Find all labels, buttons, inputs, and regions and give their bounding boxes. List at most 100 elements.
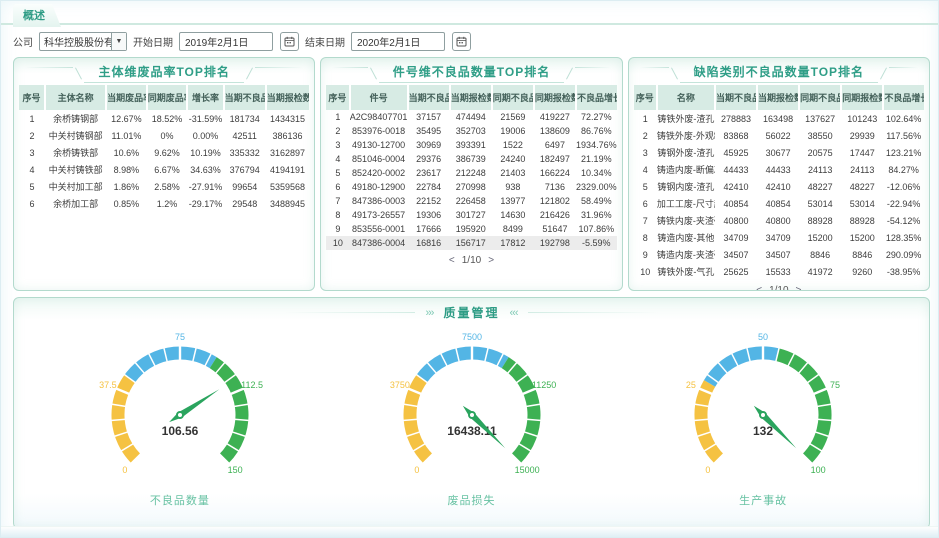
table-cell: 8.98% — [106, 161, 147, 178]
table-cell: 9260 — [841, 263, 883, 280]
table-cell: 7 — [326, 194, 349, 208]
start-date-input[interactable]: 2019年2月1日 — [179, 32, 273, 51]
top-panels-row: 主体维废品率TOP排名 序号主体名称当期废品率同期废品率增长率当期不良品数当期报… — [13, 57, 930, 291]
end-date-input[interactable]: 2020年2月1日 — [351, 32, 445, 51]
table-cell: 216426 — [534, 208, 576, 222]
table-cell: 2 — [326, 124, 349, 138]
table-row: 3铸钢外废-渣孔45925306772057517447123.21% — [634, 144, 924, 161]
chevron-down-icon[interactable]: ▼ — [111, 33, 126, 50]
table-cell: 30677 — [757, 144, 799, 161]
end-date-calendar-button[interactable] — [452, 32, 471, 51]
next-page-button[interactable]: > — [791, 285, 807, 291]
panel-defect-category-top: 缺陷类别不良品数量TOP排名 序号名称当期不良品数当期报检数同期不良品数同期报检… — [628, 57, 930, 291]
table-cell: 3 — [19, 144, 45, 161]
table-cell: 25625 — [715, 263, 757, 280]
tab-bar: 概述 — [1, 1, 938, 25]
table-cell: 铸铁外废-气孔 — [657, 263, 715, 280]
table-row: 6加工工废-尺寸超差40854408545301453014-22.94% — [634, 195, 924, 212]
table-cell: 29939 — [841, 127, 883, 144]
column-header: 序号 — [634, 85, 657, 110]
table-cell: 419227 — [534, 110, 576, 124]
table-cell: 0.85% — [106, 195, 147, 212]
column-header: 当期报检数 — [266, 85, 310, 110]
table-cell: 156717 — [450, 236, 492, 250]
prev-page-button[interactable]: < — [751, 285, 767, 291]
table-cell: 182497 — [534, 152, 576, 166]
gauge-tick-label: 112.5 — [241, 380, 263, 390]
gauge-chart: 037.575112.5150106.56 — [65, 325, 295, 483]
table-cell: 117.56% — [883, 127, 924, 144]
table-cell: 铸钢外废-渣孔 — [657, 144, 715, 161]
table-row: 10铸铁外废-气孔2562515533419729260-38.95% — [634, 263, 924, 280]
tab-overview[interactable]: 概述 — [13, 4, 61, 27]
table-cell: 1 — [326, 110, 349, 124]
table-cell: 10.19% — [187, 144, 223, 161]
table-cell: -38.95% — [883, 263, 924, 280]
prev-page-button[interactable]: < — [444, 255, 460, 266]
company-label: 公司 — [13, 34, 33, 49]
table-cell: 38550 — [799, 127, 841, 144]
bottom-strip — [1, 526, 938, 537]
table-cell: 中关村铸钢部 — [45, 127, 106, 144]
table-cell: 8499 — [492, 222, 534, 236]
column-header: 序号 — [326, 85, 349, 110]
company-select[interactable]: 科华控股股份有限 ▼ — [39, 32, 127, 51]
table-cell: 88928 — [799, 212, 841, 229]
gauges-row: 037.575112.5150106.56 不良品数量 037507500112… — [14, 321, 929, 508]
table-cell: -54.12% — [883, 212, 924, 229]
table-cell: 余桥铸钢部 — [45, 110, 106, 127]
defect-category-table: 序号名称当期不良品数当期报检数同期不良品数同期报检数不良品增长率 1铸铁外废-渣… — [634, 85, 924, 280]
table-cell: 1 — [634, 110, 657, 127]
table-cell: 15533 — [757, 263, 799, 280]
table-cell: -29.17% — [187, 195, 223, 212]
dashboard-page: 概述 公司 科华控股股份有限 ▼ 开始日期 2019年2月1日 结束日期 202… — [0, 0, 939, 538]
gauge-caption: 废品损失 — [326, 492, 618, 508]
column-header: 同期报检数 — [534, 85, 576, 110]
table-cell: 10.6% — [106, 144, 147, 161]
start-date-calendar-button[interactable] — [280, 32, 299, 51]
title-line — [640, 67, 669, 68]
gauge-arc-segment — [130, 353, 213, 379]
gauge-tick-label: 0 — [706, 465, 711, 475]
table-cell: 铸铁外废-外观缺陷 — [657, 127, 715, 144]
table-cell: 22152 — [408, 194, 450, 208]
table-cell: 226458 — [450, 194, 492, 208]
table-cell: 3 — [634, 144, 657, 161]
table-cell: 20575 — [799, 144, 841, 161]
table-cell: 9.62% — [147, 144, 188, 161]
table-cell: 51647 — [534, 222, 576, 236]
gauge-tick-label: 3750 — [389, 380, 409, 390]
table-cell: 9 — [326, 222, 349, 236]
table-cell: 8846 — [841, 246, 883, 263]
table-cell: 851046-0004 — [350, 152, 408, 166]
table-row: 2铸铁外废-外观缺陷83868560223855029939117.56% — [634, 127, 924, 144]
table-cell: 53014 — [799, 195, 841, 212]
table-header-row: 序号主体名称当期废品率同期废品率增长率当期不良品数当期报检数 — [19, 85, 309, 110]
table-cell: 29376 — [408, 152, 450, 166]
table-cell: A2C98407701 — [350, 110, 408, 124]
table-cell: 30969 — [408, 138, 450, 152]
table-cell: -31.59% — [187, 110, 223, 127]
table-cell: 17447 — [841, 144, 883, 161]
table-cell: 24113 — [841, 161, 883, 178]
table-cell: 1.86% — [106, 178, 147, 195]
table-cell: 49173-26557 — [350, 208, 408, 222]
table-cell: 5 — [634, 178, 657, 195]
table-cell: 4 — [19, 161, 45, 178]
title-slant — [370, 67, 377, 79]
table-cell: 21403 — [492, 166, 534, 180]
table-cell: -22.94% — [883, 195, 924, 212]
chevrons-right-icon: ››› — [425, 307, 433, 319]
table-cell: 15200 — [799, 229, 841, 246]
next-page-button[interactable]: > — [483, 255, 499, 266]
table-cell: 4 — [634, 161, 657, 178]
table-cell: 铸铁内废-夹渣砂 — [657, 212, 715, 229]
table-cell: 24113 — [799, 161, 841, 178]
table-cell: 17666 — [408, 222, 450, 236]
column-header: 名称 — [657, 85, 715, 110]
column-header: 同期报检数 — [841, 85, 883, 110]
table-row: 2中关村铸钢部11.01%0%0.00%42511386136 — [19, 127, 309, 144]
table-cell: 21.19% — [576, 152, 617, 166]
table-cell: -5.59% — [576, 236, 617, 250]
table-cell: 铸造内废-断偏芯 — [657, 161, 715, 178]
